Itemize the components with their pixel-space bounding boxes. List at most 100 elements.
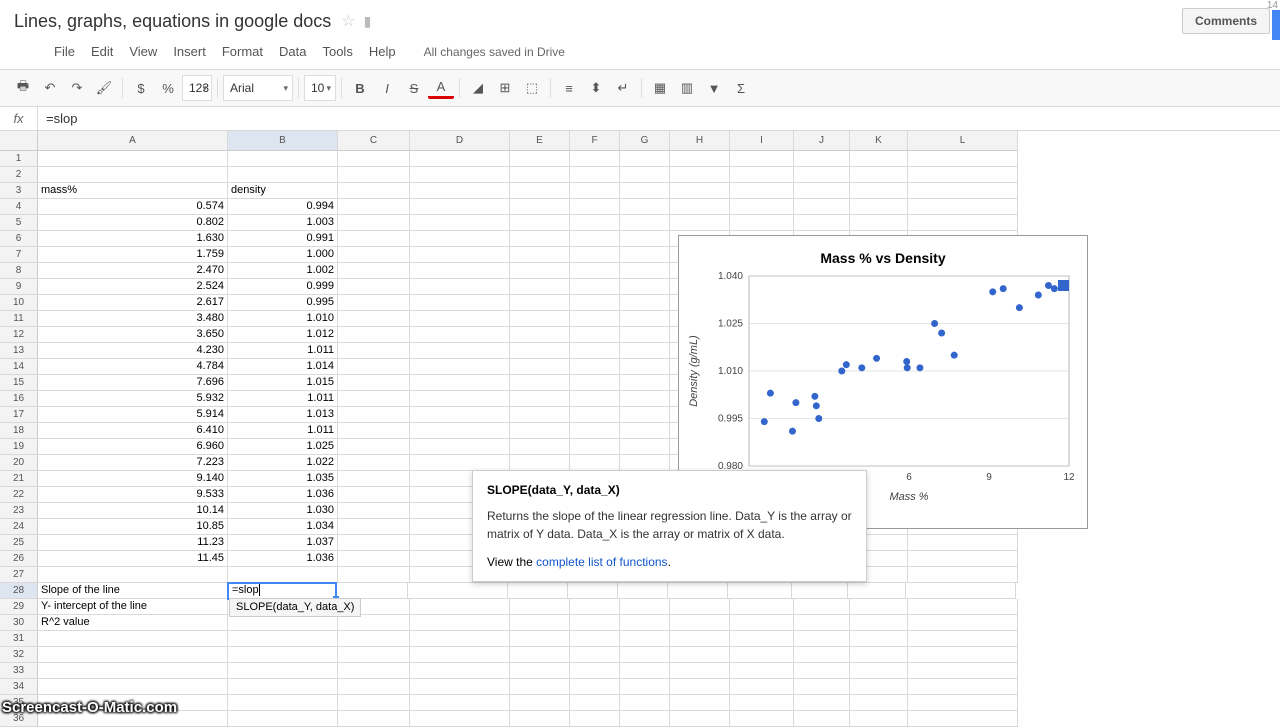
cell[interactable] bbox=[338, 343, 410, 359]
row-header[interactable]: 12 bbox=[0, 327, 38, 343]
cell[interactable] bbox=[410, 343, 510, 359]
row-header[interactable]: 31 bbox=[0, 631, 38, 647]
cell[interactable]: 0.574 bbox=[38, 199, 228, 215]
cell[interactable]: 6.960 bbox=[38, 439, 228, 455]
cell[interactable] bbox=[228, 647, 338, 663]
cell[interactable]: 5.914 bbox=[38, 407, 228, 423]
cell[interactable] bbox=[850, 711, 908, 727]
cell[interactable]: 2.524 bbox=[38, 279, 228, 295]
cell[interactable] bbox=[850, 695, 908, 711]
cell[interactable] bbox=[338, 167, 410, 183]
cell[interactable] bbox=[510, 647, 570, 663]
cell[interactable] bbox=[570, 455, 620, 471]
cell[interactable]: 9.140 bbox=[38, 471, 228, 487]
col-header-I[interactable]: I bbox=[730, 131, 794, 151]
comments-button[interactable]: Comments bbox=[1182, 8, 1270, 34]
cell[interactable] bbox=[620, 599, 670, 615]
cell[interactable] bbox=[228, 151, 338, 167]
cell[interactable] bbox=[570, 599, 620, 615]
cell[interactable] bbox=[410, 263, 510, 279]
cell[interactable] bbox=[410, 663, 510, 679]
cell[interactable] bbox=[570, 199, 620, 215]
cell[interactable]: 1.036 bbox=[228, 551, 338, 567]
cell[interactable]: 1.002 bbox=[228, 263, 338, 279]
cell[interactable] bbox=[670, 679, 730, 695]
cell[interactable] bbox=[850, 615, 908, 631]
cell[interactable] bbox=[570, 615, 620, 631]
cell[interactable] bbox=[670, 167, 730, 183]
cell[interactable]: Slope of the line bbox=[38, 583, 228, 599]
cell[interactable]: 1.034 bbox=[228, 519, 338, 535]
cell[interactable] bbox=[338, 311, 410, 327]
row-header[interactable]: 21 bbox=[0, 471, 38, 487]
cell[interactable] bbox=[570, 311, 620, 327]
cell[interactable] bbox=[338, 695, 410, 711]
cell[interactable] bbox=[794, 711, 850, 727]
menu-file[interactable]: File bbox=[46, 40, 83, 63]
cell[interactable] bbox=[794, 183, 850, 199]
cell[interactable] bbox=[410, 359, 510, 375]
col-header-K[interactable]: K bbox=[850, 131, 908, 151]
cell[interactable] bbox=[38, 567, 228, 583]
cell[interactable] bbox=[570, 215, 620, 231]
row-header[interactable]: 15 bbox=[0, 375, 38, 391]
cell[interactable] bbox=[670, 615, 730, 631]
cell[interactable] bbox=[410, 391, 510, 407]
col-header-J[interactable]: J bbox=[794, 131, 850, 151]
menu-view[interactable]: View bbox=[121, 40, 165, 63]
cell[interactable] bbox=[794, 167, 850, 183]
print-icon[interactable]: 🖶 bbox=[10, 75, 36, 101]
cell[interactable] bbox=[510, 439, 570, 455]
cell[interactable] bbox=[908, 535, 1018, 551]
cell[interactable] bbox=[410, 407, 510, 423]
cell[interactable]: 3.480 bbox=[38, 311, 228, 327]
number-format-select[interactable]: 123 bbox=[182, 75, 212, 101]
select-all-corner[interactable] bbox=[0, 131, 38, 151]
row-header[interactable]: 22 bbox=[0, 487, 38, 503]
cell[interactable] bbox=[620, 311, 670, 327]
cell[interactable] bbox=[338, 263, 410, 279]
cell[interactable] bbox=[620, 343, 670, 359]
cell[interactable]: 1.022 bbox=[228, 455, 338, 471]
cell[interactable] bbox=[38, 631, 228, 647]
cell[interactable] bbox=[908, 599, 1018, 615]
cell[interactable] bbox=[620, 647, 670, 663]
cell[interactable] bbox=[410, 599, 510, 615]
cell[interactable] bbox=[850, 663, 908, 679]
cell[interactable] bbox=[570, 247, 620, 263]
cell[interactable]: 7.696 bbox=[38, 375, 228, 391]
cell[interactable] bbox=[338, 359, 410, 375]
cell[interactable] bbox=[228, 679, 338, 695]
cell[interactable] bbox=[850, 183, 908, 199]
cell[interactable] bbox=[510, 199, 570, 215]
cell[interactable] bbox=[338, 519, 410, 535]
cell[interactable] bbox=[338, 183, 410, 199]
cell[interactable] bbox=[620, 407, 670, 423]
cell[interactable] bbox=[338, 295, 410, 311]
cell[interactable] bbox=[410, 199, 510, 215]
cell[interactable] bbox=[338, 391, 410, 407]
cell[interactable] bbox=[670, 151, 730, 167]
cell[interactable] bbox=[510, 279, 570, 295]
cell[interactable] bbox=[570, 423, 620, 439]
row-header[interactable]: 14 bbox=[0, 359, 38, 375]
cell[interactable] bbox=[510, 711, 570, 727]
cell[interactable]: 1.759 bbox=[38, 247, 228, 263]
cell[interactable] bbox=[510, 183, 570, 199]
cell[interactable] bbox=[338, 487, 410, 503]
cell[interactable] bbox=[848, 583, 906, 599]
row-header[interactable]: 10 bbox=[0, 295, 38, 311]
cell[interactable] bbox=[410, 455, 510, 471]
cell[interactable] bbox=[794, 647, 850, 663]
cell[interactable] bbox=[338, 631, 410, 647]
cell[interactable] bbox=[794, 663, 850, 679]
cell[interactable]: 1.035 bbox=[228, 471, 338, 487]
cell[interactable] bbox=[570, 391, 620, 407]
cell[interactable] bbox=[570, 663, 620, 679]
col-header-L[interactable]: L bbox=[908, 131, 1018, 151]
cell[interactable] bbox=[410, 695, 510, 711]
cell[interactable] bbox=[908, 615, 1018, 631]
cell[interactable] bbox=[620, 263, 670, 279]
cell[interactable] bbox=[620, 295, 670, 311]
cell[interactable] bbox=[668, 583, 728, 599]
